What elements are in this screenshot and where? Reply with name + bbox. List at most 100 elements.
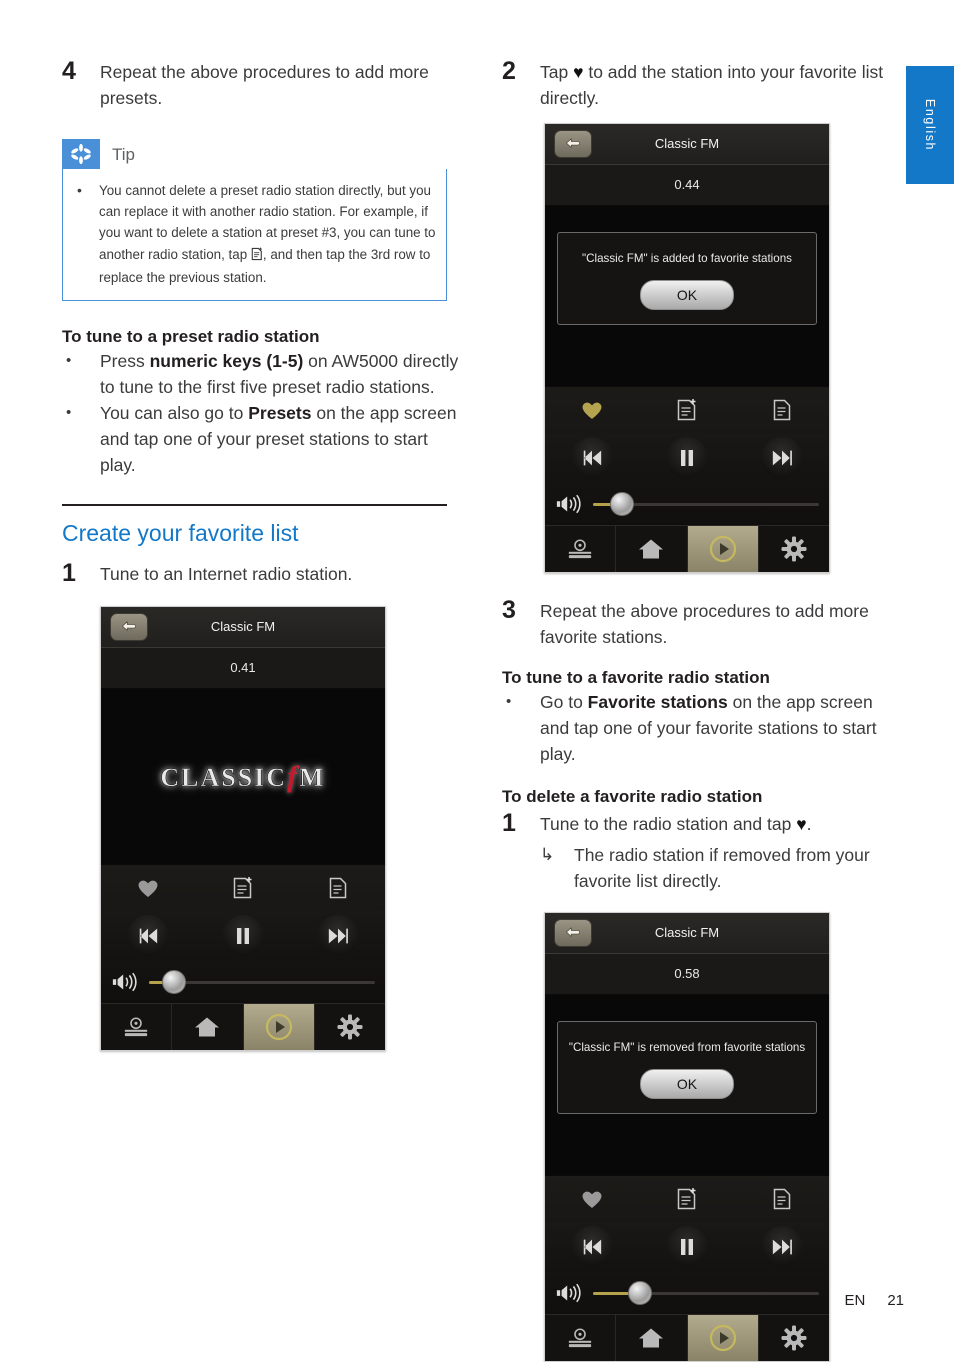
bullet-bold: Favorite stations bbox=[587, 692, 728, 712]
step-3-text: Repeat the above procedures to add more … bbox=[540, 601, 869, 647]
speaker-icon bbox=[112, 972, 137, 992]
device-action-row bbox=[545, 1175, 829, 1222]
delete-step-1-text: Tune to the radio station and tap ♥. bbox=[540, 808, 902, 838]
preset-list-button[interactable] bbox=[290, 876, 385, 900]
favorite-button[interactable] bbox=[545, 399, 640, 421]
step-4-number: 4 bbox=[62, 57, 76, 85]
add-preset-icon bbox=[677, 1188, 696, 1210]
preset-list-button[interactable] bbox=[734, 398, 829, 422]
nav-device-button[interactable] bbox=[545, 1315, 617, 1361]
nav-play-button[interactable] bbox=[687, 526, 759, 572]
step-3-number: 3 bbox=[502, 596, 516, 624]
favorite-tune-bullet: • Go to Favorite stations on the app scr… bbox=[502, 689, 902, 767]
step-2-text: Tap ♥ to add the station into your favor… bbox=[540, 56, 902, 111]
heart-glyph-icon: ♥ bbox=[573, 62, 584, 82]
back-arrow-icon[interactable] bbox=[554, 919, 592, 947]
previous-track-button[interactable] bbox=[545, 437, 640, 479]
add-preset-button[interactable] bbox=[640, 1187, 735, 1211]
gear-icon bbox=[781, 536, 807, 562]
play-icon bbox=[709, 1324, 736, 1352]
volume-knob[interactable] bbox=[610, 492, 635, 516]
language-tab-label: English bbox=[923, 98, 937, 152]
page-footer: EN 21 bbox=[0, 1292, 954, 1310]
play-icon bbox=[265, 1013, 292, 1041]
pause-icon bbox=[237, 928, 249, 945]
favorite-button[interactable] bbox=[101, 877, 196, 899]
step-3: 3 Repeat the above procedures to add mor… bbox=[502, 595, 902, 650]
pause-button[interactable] bbox=[196, 915, 291, 958]
favorite-button[interactable] bbox=[545, 1188, 640, 1210]
bullet-mark: • bbox=[66, 352, 72, 370]
device-screenshot-tuned: Classic FM 0.41 CLASSICfM bbox=[100, 606, 386, 1052]
tip-bullet-text: You cannot delete a preset radio station… bbox=[99, 180, 436, 288]
tip-label: Tip bbox=[112, 145, 135, 164]
add-preset-button[interactable] bbox=[640, 398, 735, 422]
right-column: 2 Tap ♥ to add the station into your fav… bbox=[502, 56, 902, 1362]
nav-play-button[interactable] bbox=[243, 1004, 315, 1051]
arrow-icon: ↳ bbox=[540, 845, 555, 864]
dialog-ok-button[interactable]: OK bbox=[640, 280, 734, 310]
bullet-bold: numeric keys (1-5) bbox=[149, 351, 304, 372]
gear-icon bbox=[781, 1325, 807, 1351]
step-4: 4 Repeat the above procedures to add mor… bbox=[62, 56, 462, 111]
pause-button[interactable] bbox=[640, 1226, 735, 1268]
step-2-pre: Tap bbox=[540, 62, 574, 82]
confirmation-dialog: "Classic FM" is added to favorite statio… bbox=[557, 232, 817, 325]
volume-slider[interactable] bbox=[593, 492, 819, 516]
back-arrow-icon[interactable] bbox=[110, 613, 148, 642]
manual-page: English 4 Repeat the above procedures to… bbox=[0, 0, 954, 1362]
device-screenshot-added: Classic FM 0.44 "Classic FM" is added to… bbox=[544, 123, 830, 573]
nav-device-button[interactable] bbox=[101, 1004, 173, 1051]
device-nav-row bbox=[101, 1003, 385, 1051]
play-icon bbox=[709, 535, 736, 563]
device-stage: "Classic FM" is removed from favorite st… bbox=[545, 995, 829, 1175]
nav-home-button[interactable] bbox=[616, 526, 688, 572]
previous-track-button[interactable] bbox=[545, 1226, 640, 1268]
step-2-post: to add the station into your favorite li… bbox=[540, 62, 884, 108]
section-divider bbox=[62, 504, 447, 507]
add-preset-button[interactable] bbox=[196, 876, 291, 900]
bullet-text: Go to Favorite stations on the app scree… bbox=[540, 689, 902, 767]
device-transport-row bbox=[101, 911, 385, 962]
dialog-message: "Classic FM" is removed from favorite st… bbox=[568, 1041, 806, 1054]
bullet-bold: Presets bbox=[248, 403, 312, 424]
device-time: 0.44 bbox=[545, 165, 829, 206]
bullet-mark: • bbox=[66, 404, 72, 422]
home-icon bbox=[639, 539, 664, 559]
tip-bullet-mark: • bbox=[77, 182, 82, 198]
volume-slider[interactable] bbox=[149, 970, 375, 995]
nav-device-button[interactable] bbox=[545, 526, 617, 572]
logo-text-f: f bbox=[287, 759, 300, 793]
bullet-text: Press numeric keys (1-5) on AW5000 direc… bbox=[100, 348, 462, 400]
step-1-left: 1 Tune to an Internet radio station. bbox=[62, 558, 462, 588]
nav-play-button[interactable] bbox=[687, 1315, 759, 1361]
home-icon bbox=[639, 1328, 664, 1348]
nav-settings-button[interactable] bbox=[759, 526, 829, 572]
device-action-row bbox=[101, 864, 385, 912]
preset-bullet-2: • You can also go to Presets on the app … bbox=[62, 400, 462, 478]
back-arrow-icon[interactable] bbox=[554, 130, 592, 158]
nav-settings-button[interactable] bbox=[315, 1004, 385, 1050]
next-track-button[interactable] bbox=[290, 915, 385, 958]
favorite-delete-heading: To delete a favorite radio station bbox=[502, 787, 763, 806]
bullet-text: You can also go to Presets on the app sc… bbox=[100, 400, 462, 478]
tip-header: Tip bbox=[62, 139, 447, 169]
nav-settings-button[interactable] bbox=[759, 1315, 829, 1361]
preset-list-button[interactable] bbox=[734, 1187, 829, 1211]
previous-track-button[interactable] bbox=[101, 915, 196, 958]
tip-box: Tip • You cannot delete a preset radio s… bbox=[62, 139, 447, 302]
next-track-button[interactable] bbox=[734, 437, 829, 479]
dialog-ok-button[interactable]: OK bbox=[640, 1069, 734, 1099]
heart-icon bbox=[582, 402, 602, 419]
nav-home-button[interactable] bbox=[616, 1315, 688, 1361]
tip-bullet-item: • You cannot delete a preset radio stati… bbox=[73, 180, 436, 288]
preset-list-icon bbox=[773, 399, 790, 421]
pause-button[interactable] bbox=[640, 437, 735, 479]
nav-home-button[interactable] bbox=[172, 1004, 244, 1051]
volume-knob[interactable] bbox=[161, 970, 186, 995]
heart-glyph-icon: ♥ bbox=[796, 814, 807, 834]
pause-icon bbox=[681, 450, 693, 466]
bullet-mark: • bbox=[506, 693, 512, 710]
device-time: 0.41 bbox=[101, 648, 385, 690]
next-track-button[interactable] bbox=[734, 1226, 829, 1268]
